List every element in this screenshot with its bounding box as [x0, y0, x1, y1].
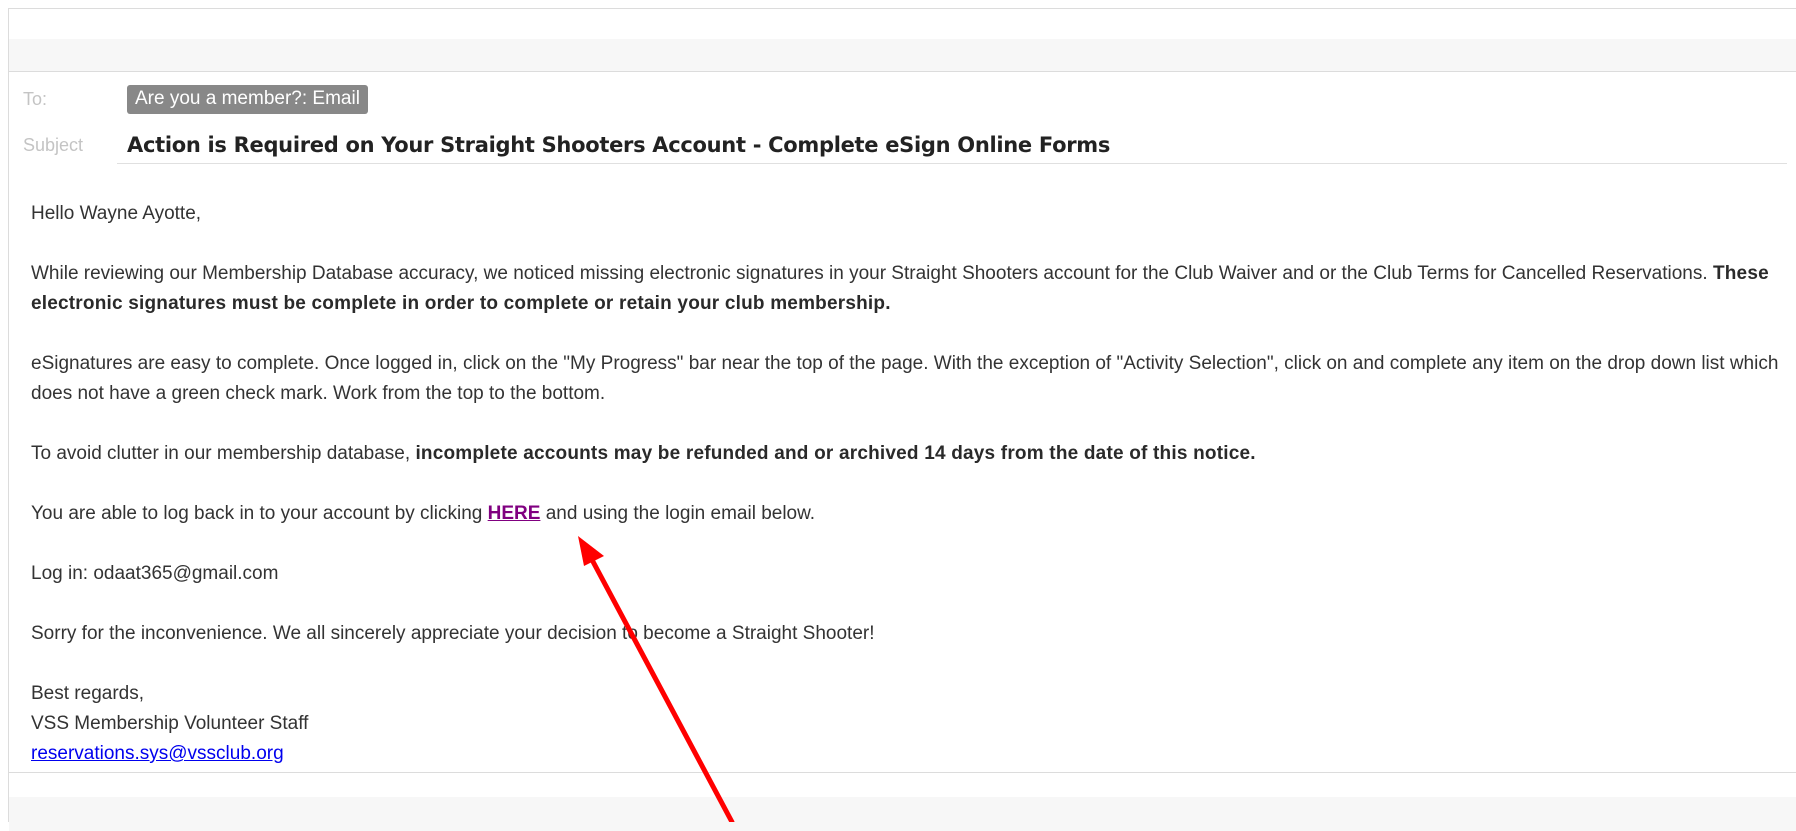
- footer-band: [9, 797, 1796, 831]
- login-link-after: and using the login email below.: [540, 503, 816, 524]
- greeting: Hello Wayne Ayotte,: [31, 203, 202, 224]
- to-label: To:: [23, 89, 48, 109]
- signature-block: Best regards, VSS Membership Volunteer S…: [31, 679, 1791, 769]
- paragraph-signatures-text: While reviewing our Membership Database …: [31, 263, 1713, 284]
- login-link-before: You are able to log back in to your acco…: [31, 503, 488, 524]
- paragraph-signatures: While reviewing our Membership Database …: [31, 259, 1791, 319]
- subject-label: Subject: [23, 134, 84, 155]
- email-body: Hello Wayne Ayotte, While reviewing our …: [31, 199, 1791, 769]
- toolbar-band: [9, 39, 1796, 72]
- signature-name: VSS Membership Volunteer Staff: [31, 713, 309, 734]
- to-row: To: Are you a member?: Email: [23, 85, 368, 114]
- paragraph-login-link: You are able to log back in to your acco…: [31, 499, 1791, 529]
- paragraph-warning: To avoid clutter in our membership datab…: [31, 439, 1791, 469]
- recipient-chip[interactable]: Are you a member?: Email: [127, 85, 368, 114]
- paragraph-warning-bold: incomplete accounts may be refunded and …: [415, 443, 1256, 464]
- subject-text: Action is Required on Your Straight Shoo…: [127, 133, 1111, 157]
- paragraph-warning-text: To avoid clutter in our membership datab…: [31, 443, 416, 464]
- here-link[interactable]: HERE: [488, 503, 541, 524]
- signoff: Best regards,: [31, 683, 144, 704]
- email-link[interactable]: reservations.sys@vssclub.org: [31, 743, 284, 764]
- subject-row: Subject Action is Required on Your Strai…: [23, 133, 1110, 157]
- paragraph-instructions: eSignatures are easy to complete. Once l…: [31, 353, 1779, 404]
- apology: Sorry for the inconvenience. We all sinc…: [31, 623, 875, 644]
- header-divider: [117, 163, 1787, 164]
- email-view: To: Are you a member?: Email Subject Act…: [8, 8, 1796, 831]
- footer-divider: [9, 772, 1796, 773]
- login-email: Log in: odaat365@gmail.com: [31, 563, 279, 584]
